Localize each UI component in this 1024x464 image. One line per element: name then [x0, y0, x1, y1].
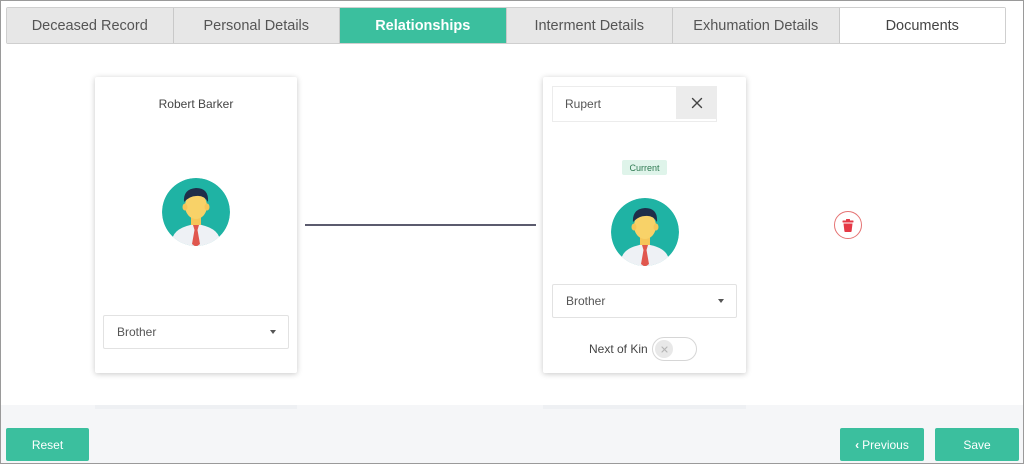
close-icon [691, 97, 702, 108]
chevron-down-icon [718, 299, 724, 303]
tab-relationships[interactable]: Relationships [340, 8, 507, 43]
relative-relationship-select[interactable]: Brother [552, 284, 737, 318]
chevron-down-icon [270, 330, 276, 334]
relative-relationship-value: Brother [566, 294, 606, 308]
next-card-edge [95, 405, 297, 409]
previous-button-label: Previous [862, 437, 909, 452]
clear-relative-button[interactable] [676, 86, 717, 119]
reset-button[interactable]: Reset [6, 428, 89, 461]
tab-deceased-record[interactable]: Deceased Record [7, 8, 174, 43]
relationship-select[interactable]: Brother [103, 315, 289, 349]
tab-bar: Deceased Record Personal Details Relatio… [6, 7, 1006, 44]
relative-person-card: Rupert Current Brother Next of Kin [543, 77, 746, 373]
previous-button[interactable]: ‹ Previous [840, 428, 924, 461]
tab-documents[interactable]: Documents [839, 8, 1005, 43]
save-button[interactable]: Save [935, 428, 1019, 461]
tab-personal-details[interactable]: Personal Details [173, 8, 340, 43]
deceased-name: Robert Barker [158, 97, 234, 111]
trash-icon [842, 218, 854, 232]
relationship-select-value: Brother [117, 325, 157, 339]
save-button-label: Save [963, 437, 991, 452]
next-of-kin-label: Next of Kin [589, 342, 648, 356]
toggle-knob [655, 340, 673, 358]
person-avatar-icon [162, 178, 230, 246]
next-of-kin-toggle[interactable] [652, 337, 697, 361]
next-card-edge [543, 405, 746, 409]
reset-button-label: Reset [31, 437, 64, 452]
deceased-person-card: Robert Barker Brother [95, 77, 297, 373]
person-avatar-icon [611, 198, 679, 266]
chevron-left-icon: ‹ [855, 437, 860, 452]
tab-exhumation-details[interactable]: Exhumation Details [673, 8, 840, 43]
relationship-connector-line [305, 224, 536, 226]
close-icon [660, 345, 668, 353]
tab-interment-details[interactable]: Interment Details [506, 8, 673, 43]
relative-name-value: Rupert [565, 97, 602, 111]
status-badge: Current [622, 160, 667, 175]
delete-relationship-button[interactable] [834, 211, 862, 239]
